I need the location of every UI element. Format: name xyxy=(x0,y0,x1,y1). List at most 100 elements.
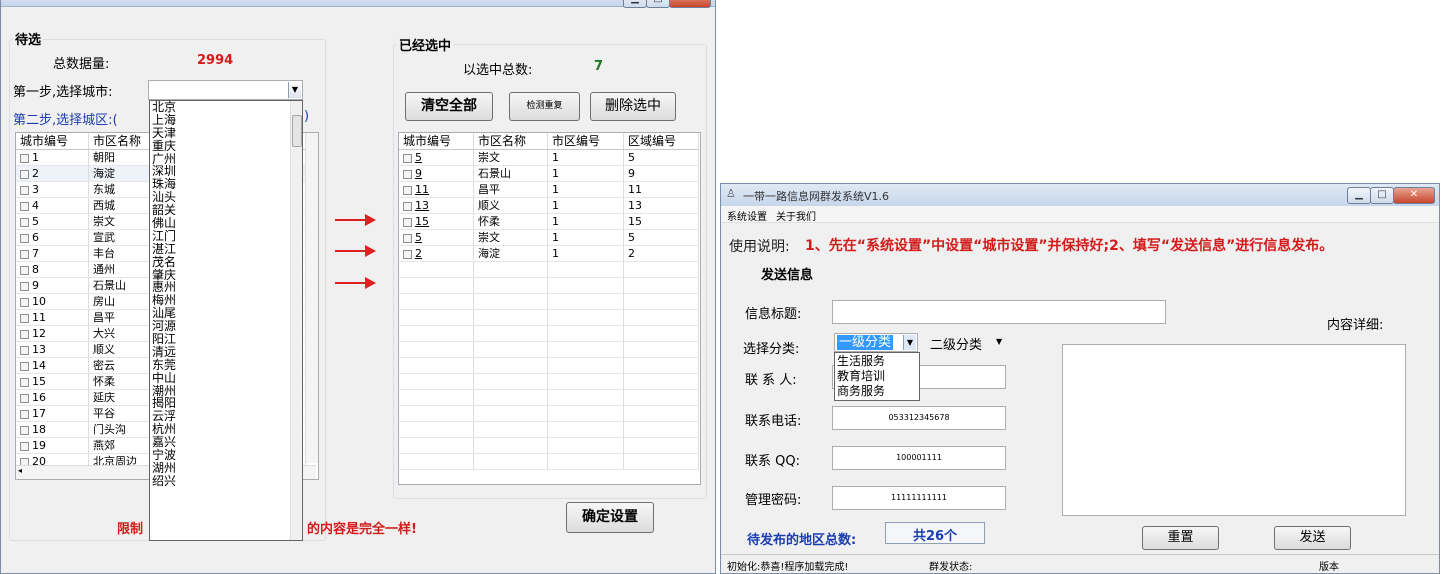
empty-cell xyxy=(547,453,624,470)
dropdown-option[interactable]: 江门 xyxy=(150,230,302,243)
table-row xyxy=(399,261,699,278)
row-checkbox[interactable] xyxy=(20,297,29,307)
vertical-scrollbar[interactable] xyxy=(305,133,318,463)
col-city-id[interactable]: 城市编号 xyxy=(399,133,474,150)
table-row[interactable]: 5 崇文 1 5 xyxy=(399,229,699,246)
row-checkbox[interactable] xyxy=(20,217,29,227)
table-row[interactable]: 15 怀柔 1 15 xyxy=(399,213,699,230)
row-checkbox[interactable] xyxy=(20,361,29,371)
row-checkbox[interactable] xyxy=(20,345,29,355)
row-checkbox[interactable] xyxy=(20,313,29,323)
dropdown-option[interactable]: 生活服务 xyxy=(835,354,919,369)
dropdown-option[interactable]: 湖州 xyxy=(150,462,302,475)
delete-selected-button[interactable]: 删除选中 xyxy=(590,92,676,121)
row-checkbox[interactable] xyxy=(20,425,29,435)
dropdown-option[interactable]: 绍兴 xyxy=(150,475,302,488)
dropdown-option[interactable]: 佛山 xyxy=(150,217,302,230)
phone-input[interactable]: 053312345678 xyxy=(832,406,1006,430)
city-select[interactable]: ▼ xyxy=(148,80,303,100)
cell-link[interactable]: 13 xyxy=(415,199,429,212)
category-level1-select[interactable]: 一级分类 ▼ xyxy=(834,333,918,352)
reset-button[interactable]: 重置 xyxy=(1142,526,1219,550)
cell-link[interactable]: 15 xyxy=(415,215,429,228)
row-checkbox[interactable] xyxy=(20,201,29,211)
dropdown-option[interactable]: 阳江 xyxy=(150,333,302,346)
table-row[interactable]: 5 崇文 1 5 xyxy=(399,149,699,166)
category-dropdown-list[interactable]: 生活服务 教育培训 商务服务 xyxy=(834,352,920,401)
dropdown-option[interactable]: 天津 xyxy=(150,127,302,140)
row-checkbox[interactable] xyxy=(20,393,29,403)
row-checkbox[interactable] xyxy=(403,233,412,243)
row-checkbox[interactable] xyxy=(403,249,412,259)
maximize-button[interactable]: □ xyxy=(1370,187,1394,204)
menu-system-settings[interactable]: 系统设置 xyxy=(727,208,767,223)
row-checkbox[interactable] xyxy=(403,185,412,195)
cell-link[interactable]: 11 xyxy=(415,183,429,196)
empty-cell xyxy=(473,373,548,390)
row-checkbox[interactable] xyxy=(403,169,412,179)
table-row[interactable]: 9 石景山 1 9 xyxy=(399,165,699,182)
row-checkbox[interactable] xyxy=(403,201,412,211)
row-checkbox[interactable] xyxy=(20,169,29,179)
send-button[interactable]: 发送 xyxy=(1274,526,1351,550)
row-checkbox[interactable] xyxy=(20,265,29,275)
cell-link[interactable]: 9 xyxy=(415,167,422,180)
confirm-settings-button[interactable]: 确定设置 xyxy=(566,502,654,533)
title-input[interactable] xyxy=(832,300,1166,324)
password-input[interactable]: 11111111111 xyxy=(832,486,1006,510)
dropdown-option[interactable]: 清远 xyxy=(150,346,302,359)
dropdown-scrollbar[interactable] xyxy=(290,101,302,540)
row-checkbox[interactable] xyxy=(403,217,412,227)
row-checkbox[interactable] xyxy=(20,233,29,243)
content-textarea[interactable] xyxy=(1062,344,1406,516)
table-row[interactable]: 2 海淀 1 2 xyxy=(399,245,699,262)
city-dropdown-list[interactable]: 北京 上海 天津 重庆 广州 深圳 珠海 汕头 韶关 佛山 江门 湛江 茂名 肇庆 惠州 梅州 汕尾 河源 阳江 清远… xyxy=(149,100,303,541)
maximize-button[interactable]: □ xyxy=(646,0,670,8)
dropdown-option[interactable]: 宁波 xyxy=(150,449,302,462)
dropdown-option[interactable]: 重庆 xyxy=(150,140,302,153)
col-district-name[interactable]: 市区名称 xyxy=(473,133,548,150)
row-checkbox[interactable] xyxy=(20,441,29,451)
category-level2-select[interactable]: 二级分类 ▼ xyxy=(926,333,1006,353)
col-district-id[interactable]: 市区编号 xyxy=(547,133,624,150)
table-header: 城市编号 市区名称 市区编号 区域编号 xyxy=(399,133,699,150)
menu-about-us[interactable]: 关于我们 xyxy=(776,208,816,223)
clear-all-button[interactable]: 清空全部 xyxy=(405,92,493,121)
password-label: 管理密码: xyxy=(745,493,802,508)
chevron-down-icon[interactable]: ▼ xyxy=(288,82,301,98)
table-row[interactable]: 11 昌平 1 11 xyxy=(399,181,699,198)
dropdown-option[interactable]: 东莞 xyxy=(150,359,302,372)
dropdown-option[interactable]: 北京 xyxy=(150,101,302,114)
row-checkbox[interactable] xyxy=(20,185,29,195)
dropdown-option[interactable]: 湛江 xyxy=(150,243,302,256)
dropdown-option[interactable]: 中山 xyxy=(150,372,302,385)
cell-city-id: 13 xyxy=(399,197,474,214)
dropdown-option[interactable]: 上海 xyxy=(150,114,302,127)
row-checkbox[interactable] xyxy=(20,329,29,339)
cell-link[interactable]: 5 xyxy=(415,151,422,164)
table-row[interactable]: 13 顺义 1 13 xyxy=(399,197,699,214)
close-button[interactable]: ✕ xyxy=(1393,187,1435,204)
row-checkbox[interactable] xyxy=(403,153,412,163)
minimize-button[interactable]: ▁ xyxy=(623,0,647,8)
empty-cell xyxy=(547,261,624,278)
row-checkbox[interactable] xyxy=(20,249,29,259)
dropdown-option[interactable]: 商务服务 xyxy=(835,384,919,399)
chevron-down-icon[interactable]: ▼ xyxy=(996,337,1002,346)
table-row xyxy=(399,389,699,406)
cell-link[interactable]: 5 xyxy=(415,231,422,244)
check-duplicate-button[interactable]: 检测重复 xyxy=(509,92,580,121)
col-region-id[interactable]: 区域编号 xyxy=(623,133,699,150)
qq-input[interactable]: 100001111 xyxy=(832,446,1006,470)
cell-link[interactable]: 2 xyxy=(415,247,422,260)
row-checkbox[interactable] xyxy=(20,409,29,419)
minimize-button[interactable]: ▁ xyxy=(1347,187,1371,204)
row-checkbox[interactable] xyxy=(20,281,29,291)
row-checkbox[interactable] xyxy=(20,377,29,387)
row-checkbox[interactable] xyxy=(20,153,29,163)
dropdown-option[interactable]: 茂名 xyxy=(150,256,302,269)
col-city-id[interactable]: 城市编号 xyxy=(16,133,89,150)
dropdown-option[interactable]: 教育培训 xyxy=(835,369,919,384)
close-button[interactable]: ✕ xyxy=(669,0,711,8)
chevron-down-icon[interactable]: ▼ xyxy=(903,335,916,350)
